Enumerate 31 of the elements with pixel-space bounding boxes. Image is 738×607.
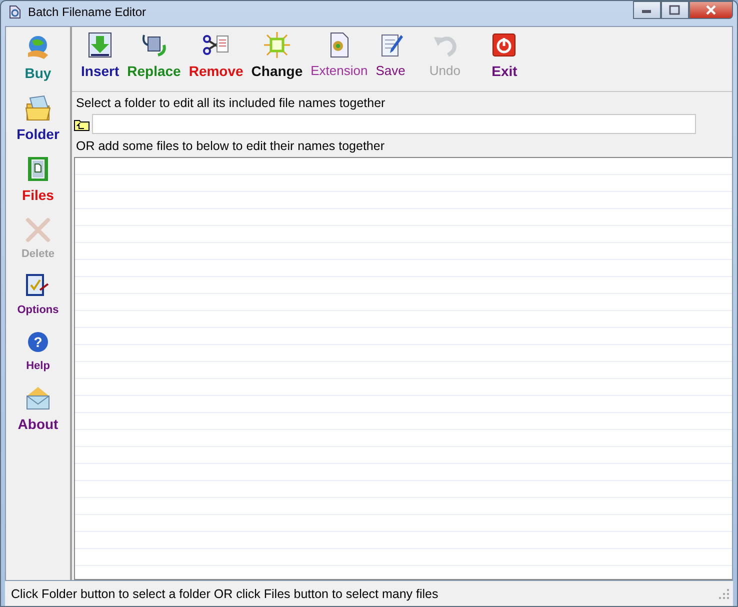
app-icon <box>7 4 23 20</box>
sidebar-button[interactable]: Buy <box>24 31 52 92</box>
toolbar-button[interactable]: Remove <box>186 31 246 79</box>
folder-label: Select a folder to edit all its included file names together <box>75 96 386 111</box>
maximize-icon <box>669 5 681 15</box>
toolbar-button[interactable]: Extension <box>308 31 371 78</box>
window-title: Batch Filename Editor <box>28 5 146 19</box>
folder-icon <box>24 94 52 122</box>
close-button[interactable] <box>689 1 733 19</box>
toolbar-button[interactable]: Replace <box>124 31 184 79</box>
minimize-button[interactable] <box>633 1 661 19</box>
status-text: Click Folder button to select a folder OR click Files button to select many files <box>11 586 438 600</box>
resize-grip-icon[interactable] <box>719 588 729 598</box>
sidebar-button[interactable]: Files <box>22 153 54 214</box>
folder-path-field[interactable] <box>92 114 696 134</box>
cross-icon <box>24 216 52 244</box>
envelope-icon <box>24 384 52 412</box>
toolbar-button[interactable]: Save <box>372 31 408 78</box>
close-icon <box>705 5 717 15</box>
toolbar-button[interactable]: Change <box>248 31 306 79</box>
sidebar-button[interactable]: ? Help <box>24 326 52 382</box>
sidebar-button[interactable]: Folder <box>16 92 60 153</box>
files-label: OR add some files to below to edit their names together <box>75 139 386 154</box>
sidebar-button[interactable]: About <box>18 382 58 443</box>
folder-up-icon[interactable] <box>74 118 90 130</box>
maximize-button[interactable] <box>661 1 689 19</box>
sidebar-button[interactable]: Options <box>17 270 59 326</box>
power-icon <box>490 31 518 59</box>
spark-icon <box>262 31 291 59</box>
toolbar-button[interactable]: Insert <box>78 31 122 79</box>
toolbar-button[interactable]: Exit <box>487 31 522 79</box>
